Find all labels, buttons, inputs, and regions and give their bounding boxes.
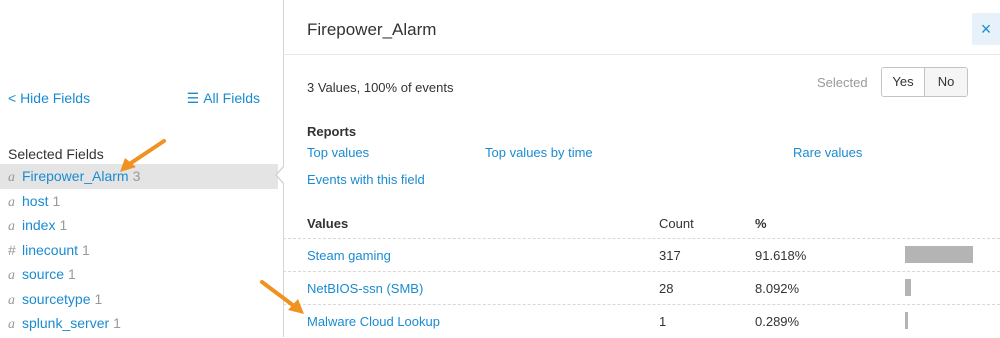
close-button[interactable]: × <box>972 13 1000 45</box>
count-column-header: Count <box>659 216 694 231</box>
values-column-header: Values <box>307 216 349 231</box>
table-row: NetBIOS-ssn (SMB) 28 8.092% <box>283 271 1000 304</box>
popover-title: Firepower_Alarm <box>307 20 437 39</box>
field-count: 1 <box>68 266 76 282</box>
field-name: linecount <box>22 241 79 258</box>
popover-header: Firepower_Alarm × <box>283 0 1000 55</box>
field-name: index <box>22 217 56 233</box>
value-link[interactable]: Steam gaming <box>307 248 391 263</box>
field-item-index[interactable]: a index 1 <box>0 213 278 238</box>
string-type-icon: a <box>8 292 15 308</box>
value-count: 28 <box>659 281 674 296</box>
field-count: 1 <box>59 217 68 233</box>
annotation-arrow-icon <box>260 280 304 314</box>
list-icon: ☰ <box>186 90 200 106</box>
field-item-splunk-server[interactable]: a splunk_server 1 <box>0 311 278 336</box>
rare-values-link[interactable]: Rare values <box>793 145 862 160</box>
string-type-icon: a <box>8 170 15 185</box>
all-fields-link[interactable]: ☰ All Fields <box>187 90 260 107</box>
string-type-icon: a <box>8 219 15 234</box>
sidebar-toolbar: < Hide Fields ☰ All Fields <box>8 88 270 110</box>
field-item-source[interactable]: a source 1 <box>0 262 278 287</box>
percent-bar-fill <box>905 312 908 329</box>
value-percent: 91.618% <box>755 248 807 263</box>
percent-bar-fill <box>905 279 911 296</box>
table-row: Steam gaming 317 91.618% <box>283 238 1000 271</box>
selected-toggle: Yes No <box>881 67 968 97</box>
field-name: source <box>22 266 65 282</box>
field-summary-popover: Firepower_Alarm × 3 Values, 100% of even… <box>275 0 1000 337</box>
string-type-icon: a <box>8 194 15 210</box>
popover-pointer-inner <box>277 167 284 183</box>
string-type-icon: a <box>8 317 15 332</box>
selected-fields-title: Selected Fields <box>8 146 104 162</box>
string-type-icon: a <box>8 268 15 283</box>
value-link[interactable]: NetBIOS-ssn (SMB) <box>307 281 423 296</box>
percent-bar <box>905 246 979 263</box>
annotation-arrow-icon <box>120 139 166 172</box>
selected-yes-button[interactable]: Yes <box>882 68 925 96</box>
field-name: splunk_server <box>22 315 110 331</box>
field-name: host <box>22 192 49 209</box>
percent-bar <box>905 312 979 329</box>
field-item-host[interactable]: a host 1 <box>0 189 278 214</box>
value-percent: 0.289% <box>755 314 800 329</box>
field-count: 1 <box>94 290 103 307</box>
close-icon: × <box>980 19 992 39</box>
field-item-sourcetype[interactable]: a sourcetype 1 <box>0 287 278 312</box>
value-link[interactable]: Malware Cloud Lookup <box>307 314 440 329</box>
selected-label: Selected <box>817 75 868 90</box>
reports-title: Reports <box>307 124 357 139</box>
value-count: 317 <box>659 248 681 263</box>
table-row: Malware Cloud Lookup 1 0.289% <box>283 304 1000 337</box>
top-values-by-time-link[interactable]: Top values by time <box>485 145 593 160</box>
percent-bar <box>905 279 979 296</box>
selected-no-button[interactable]: No <box>925 68 967 96</box>
number-type-icon: # <box>8 241 16 258</box>
percent-bar-fill <box>905 246 973 263</box>
field-count: 1 <box>113 315 121 331</box>
percent-column-header: % <box>755 216 767 231</box>
value-count: 1 <box>659 314 667 329</box>
selected-fields-list: a Firepower_Alarm 3 a host 1 a index 1 # lineco… <box>0 164 278 336</box>
field-item-linecount[interactable]: # linecount 1 <box>0 238 278 263</box>
value-percent: 8.092% <box>755 281 800 296</box>
top-values-link[interactable]: Top values <box>307 145 369 160</box>
events-with-field-link[interactable]: Events with this field <box>307 172 425 187</box>
field-count: 1 <box>52 192 61 209</box>
hide-fields-link[interactable]: < Hide Fields <box>8 90 90 106</box>
field-count: 1 <box>82 241 90 258</box>
values-summary: 3 Values, 100% of events <box>307 80 454 95</box>
values-table: Steam gaming 317 91.618% NetBIOS-ssn (SM… <box>283 238 1000 337</box>
all-fields-label: All Fields <box>203 90 260 106</box>
field-name: sourcetype <box>22 290 91 307</box>
